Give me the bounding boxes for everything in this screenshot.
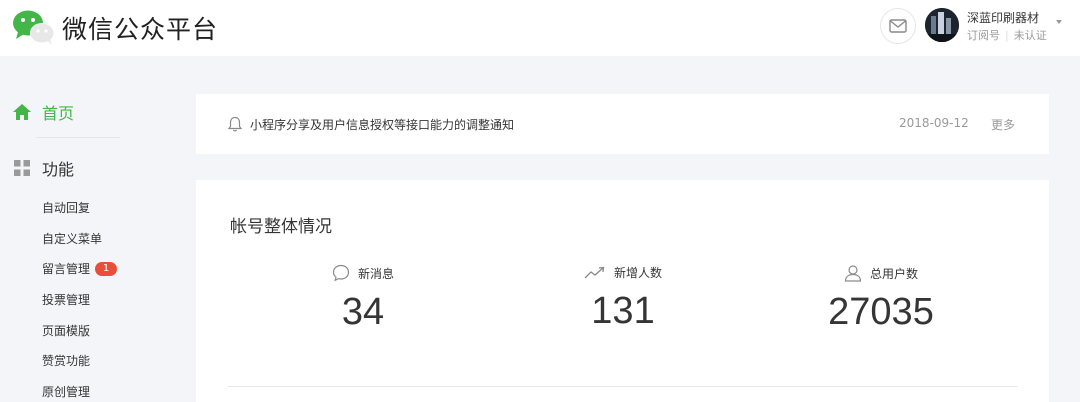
mail-icon [889, 19, 907, 33]
section-divider [228, 386, 1018, 387]
sidebar-item-voting[interactable]: 投票管理 [42, 284, 117, 315]
account-type: 订阅号 [967, 29, 1000, 42]
sidebar-item-custom-menu[interactable]: 自定义菜单 [42, 223, 117, 254]
message-icon [332, 264, 350, 282]
stat-new-followers[interactable]: 新增人数 131 [523, 264, 723, 331]
more-link[interactable]: 更多 [991, 116, 1015, 133]
bell-icon [228, 116, 242, 132]
count-badge: 1 [95, 261, 118, 276]
sidebar-item-reward[interactable]: 赞赏功能 [42, 345, 117, 376]
account-name[interactable]: 深蓝印刷器材 [967, 9, 1039, 26]
sidebar-item-label: 投票管理 [42, 292, 91, 307]
sidebar-item-label: 原创管理 [42, 384, 91, 399]
sidebar-item-auto-reply[interactable]: 自动回复 [42, 192, 117, 223]
sidebar-item-label: 自定义菜单 [42, 231, 103, 246]
sidebar-item-functions[interactable]: 功能 [14, 156, 74, 180]
notice-date: 2018-09-12 [899, 116, 969, 130]
sidebar-item-label: 功能 [42, 160, 75, 179]
home-icon [13, 104, 31, 120]
grid-icon [14, 160, 30, 176]
section-title: 帐号整体情况 [230, 217, 332, 237]
sidebar-item-label: 页面模版 [42, 323, 91, 338]
stat-label: 总用户数 [869, 266, 918, 281]
stat-new-messages[interactable]: 新消息 34 [263, 264, 463, 332]
mail-button[interactable] [880, 8, 916, 44]
stat-value: 34 [341, 291, 385, 333]
sidebar-item-page-templates[interactable]: 页面模版 [42, 315, 117, 346]
stat-value: 27035 [828, 291, 934, 333]
stat-label: 新增人数 [613, 266, 662, 280]
stat-value: 131 [591, 290, 655, 332]
sidebar-item-comments[interactable]: 留言管理 1 [42, 253, 118, 284]
sidebar-item-label: 留言管理 [42, 262, 91, 277]
wechat-logo-icon[interactable] [12, 8, 56, 46]
sidebar-item-home[interactable]: 首页 [12, 100, 74, 124]
sidebar: 首页 功能 自动回复 自定义菜单 留言管理 1 投票管理 页面模版 赞赏功能 原创… [0, 56, 196, 402]
meta-separator: | [1005, 29, 1009, 42]
sidebar-item-label: 首页 [42, 104, 75, 123]
notice-card: 小程序分享及用户信息授权等接口能力的调整通知 2018-09-12 更多 [196, 94, 1049, 154]
chevron-down-icon[interactable] [1056, 20, 1062, 24]
stat-total-users[interactable]: 总用户数 27035 [781, 264, 981, 332]
sidebar-item-label: 赞赏功能 [42, 354, 91, 369]
sidebar-divider [36, 137, 120, 138]
stat-label: 新消息 [357, 266, 394, 281]
account-meta: 订阅号 | 未认证 [967, 27, 1047, 43]
user-icon [844, 265, 862, 282]
sidebar-item-original[interactable]: 原创管理 [42, 376, 117, 402]
account-overview-card: 帐号整体情况 新消息 34 新增人数 131 总用户数 27035 [196, 180, 1049, 402]
top-header: 微信公众平台 深蓝印刷器材 订阅号 | 未认证 [0, 0, 1080, 56]
sidebar-item-label: 自动回复 [42, 200, 91, 215]
verify-status: 未认证 [1013, 29, 1047, 42]
notice-title-link[interactable]: 小程序分享及用户信息授权等接口能力的调整通知 [250, 116, 514, 133]
functions-submenu: 自动回复 自定义菜单 留言管理 1 投票管理 页面模版 赞赏功能 原创管理 [42, 192, 118, 402]
trend-icon [584, 266, 605, 278]
brand-title: 微信公众平台 [62, 15, 219, 44]
avatar[interactable] [925, 8, 959, 42]
